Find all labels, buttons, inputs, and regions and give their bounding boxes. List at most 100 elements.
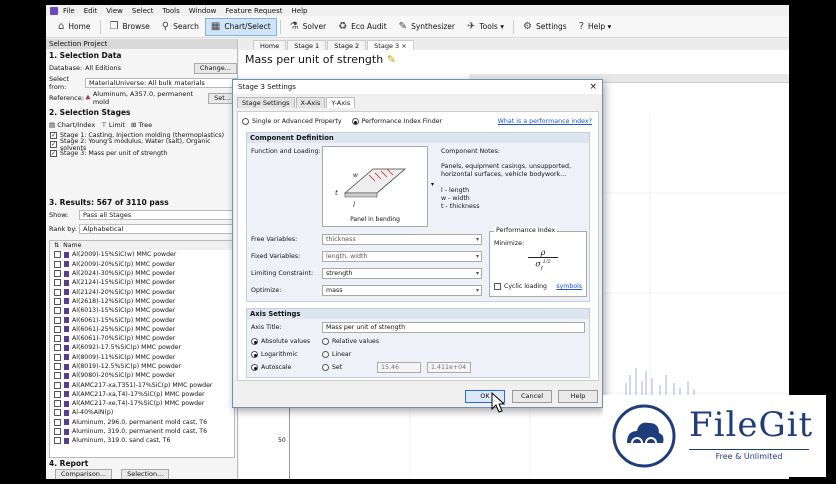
list-item[interactable]: Al(6061)-70%SiC(p) MMC powder (50, 334, 234, 343)
chevron-down-icon[interactable]: ▾ (431, 181, 434, 188)
result-checkbox[interactable] (54, 297, 61, 305)
tab-y-axis[interactable]: Y-Axis (326, 97, 356, 108)
relative-values-radio[interactable] (322, 338, 329, 345)
result-checkbox[interactable] (54, 418, 61, 426)
show-select[interactable]: Pass all Stages (79, 210, 237, 220)
list-item[interactable]: Al(9080)-20%SiC(p) MMC powder (50, 371, 234, 380)
list-item[interactable]: Al(2024)-30%SiC(p) MMC powder (50, 269, 234, 278)
result-checkbox[interactable] (54, 335, 61, 343)
list-item[interactable]: Al(8009)-11%SiC(p) MMC powder (50, 353, 234, 362)
menu-select[interactable]: Select (132, 7, 154, 15)
fixed-variables-select[interactable]: length, width ▾ (322, 251, 482, 262)
edit-title-icon[interactable]: ✎ (387, 53, 396, 66)
performance-index-help-link[interactable]: What is a performance index? (498, 118, 592, 125)
settings-button[interactable]: ⚙ Settings (517, 18, 573, 36)
list-item[interactable]: Al(2009)-20%SiC(p) MMC powder (50, 260, 234, 269)
menu-edit[interactable]: Edit (84, 7, 98, 15)
result-checkbox[interactable] (54, 260, 61, 268)
result-checkbox[interactable] (54, 316, 61, 324)
menu-tools[interactable]: Tools (163, 7, 180, 15)
result-checkbox[interactable] (54, 372, 61, 380)
limit-button[interactable]: ⊤ Limit (101, 121, 125, 129)
tools-button[interactable]: ✈ Tools ▾ (461, 18, 510, 36)
comparison-button[interactable]: Comparison... (55, 469, 113, 479)
result-checkbox[interactable] (54, 363, 61, 370)
axis-max-input[interactable]: 1.411e+04 (427, 362, 471, 373)
stage-checkbox[interactable]: ✓ (50, 150, 57, 157)
list-item[interactable]: Al(AMC217-xa,T4)-17%SiC(p) MMC powder (50, 390, 234, 399)
change-button[interactable]: Change... (193, 62, 237, 74)
set-range-radio[interactable] (322, 364, 329, 371)
menu-window[interactable]: Window (189, 7, 217, 15)
help-dialog-button[interactable]: Help (558, 390, 598, 403)
list-item[interactable]: Al(2124)-15%SiC(p) MMC powder (50, 278, 234, 287)
solver-button[interactable]: ⚗ Solver (284, 18, 333, 36)
list-item[interactable]: Al(6092)-17.5%SiC(p) MMC powder (50, 343, 234, 352)
tab-home[interactable]: Home (253, 40, 287, 50)
help-button[interactable]: ? Help ▾ (573, 18, 618, 36)
list-item[interactable]: Al(8019)-12.5%SiC(p) MMC powder (50, 362, 234, 371)
list-item[interactable]: Al(2618)-12%SiC(p) MMC powder (50, 297, 234, 306)
tab-stage-2[interactable]: Stage 2 (327, 40, 367, 50)
list-item[interactable]: Al(6013)-15%SiC(p) MMC powder (50, 306, 234, 315)
result-checkbox[interactable] (54, 428, 61, 436)
result-checkbox[interactable] (54, 288, 61, 296)
eco-audit-button[interactable]: ♻ Eco Audit (332, 18, 392, 36)
result-checkbox[interactable] (54, 409, 61, 417)
stage-checkbox[interactable]: ✓ (50, 132, 57, 139)
chart-index-button[interactable]: ▤ Chart/Index (49, 121, 95, 129)
list-item[interactable]: Aluminum, 319.0, sand cast, T6 (50, 436, 234, 445)
tab-stage-settings[interactable]: Stage Settings (237, 97, 295, 108)
logarithmic-radio[interactable] (251, 351, 258, 358)
search-button[interactable]: ⚲ Search (156, 18, 205, 36)
tab-stage-3[interactable]: Stage 3 × (367, 40, 414, 50)
symbols-link[interactable]: symbols (556, 283, 582, 290)
free-variables-select[interactable]: thickness ▾ (322, 234, 482, 245)
performance-index-radio[interactable] (351, 118, 359, 125)
list-item[interactable]: Al(AMC217-xe,T4)-17%SiC(p) MMC powder (50, 399, 234, 408)
menu-view[interactable]: View (106, 7, 123, 15)
synthesizer-button[interactable]: ✎ Synthesizer (393, 18, 461, 36)
cyclic-loading-checkbox[interactable] (494, 283, 501, 290)
menu-file[interactable]: File (63, 7, 75, 15)
menu-help[interactable]: Help (292, 7, 308, 15)
browse-button[interactable]: ❐ Browse (104, 18, 156, 36)
list-item[interactable]: Aluminum, 296.0, permanent mold cast, T6 (50, 418, 234, 427)
list-item[interactable]: Al(2009)-15%SiC(w) MMC powder (50, 250, 234, 259)
list-item[interactable]: Aluminum, 319.0, permanent mold cast, T6 (50, 427, 234, 436)
cancel-button[interactable]: Cancel (512, 390, 552, 403)
stage-item[interactable]: ✓ Stage 2: Young's modulus, Water (salt),… (46, 138, 237, 152)
tree-button[interactable]: ⊞ Tree (131, 121, 152, 129)
axis-title-input[interactable]: Mass per unit of strength (322, 322, 585, 333)
tab-x-axis[interactable]: X-Axis (295, 97, 326, 108)
result-checkbox[interactable] (54, 325, 61, 333)
close-icon[interactable]: × (589, 82, 597, 92)
absolute-values-radio[interactable] (251, 338, 258, 345)
result-checkbox[interactable] (54, 344, 61, 352)
list-item[interactable]: Al(6061)-25%SiC(p) MMC powder (50, 325, 234, 334)
panel-bending-picker[interactable]: l t w Panel in bending (322, 146, 428, 227)
limiting-constraint-select[interactable]: strength ▾ (322, 268, 482, 279)
selection-report-button[interactable]: Selection... (121, 469, 170, 479)
list-item[interactable]: Al(AMC217-xa,T351)-17%SiC(p) MMC powder (50, 380, 234, 389)
tab-stage-1[interactable]: Stage 1 (287, 40, 327, 50)
stage-checkbox[interactable]: ✓ (50, 141, 57, 148)
optimize-select[interactable]: mass ▾ (322, 285, 482, 296)
axis-min-input[interactable]: 15.46 (377, 362, 421, 373)
list-item[interactable]: Al-40%AlN(p) (50, 408, 234, 417)
linear-radio[interactable] (322, 351, 329, 358)
result-checkbox[interactable] (54, 353, 61, 361)
result-checkbox[interactable] (54, 381, 61, 389)
autoscale-radio[interactable] (251, 364, 258, 371)
menu-feature-request[interactable]: Feature Request (225, 7, 282, 15)
result-checkbox[interactable] (54, 437, 61, 445)
result-checkbox[interactable] (54, 251, 61, 259)
select-from-field[interactable]: MaterialUniverse: All bulk materials (85, 78, 237, 88)
list-item[interactable]: Al(6061)-15%SiC(p) MMC powder (50, 315, 234, 324)
result-checkbox[interactable] (54, 270, 61, 278)
list-item[interactable]: Al(2124)-20%SiC(p) MMC powder (50, 287, 234, 296)
single-property-radio[interactable] (242, 118, 249, 125)
result-checkbox[interactable] (54, 400, 61, 408)
home-button[interactable]: ⌂ Home (52, 18, 97, 36)
name-column-header[interactable]: Name (63, 242, 81, 249)
